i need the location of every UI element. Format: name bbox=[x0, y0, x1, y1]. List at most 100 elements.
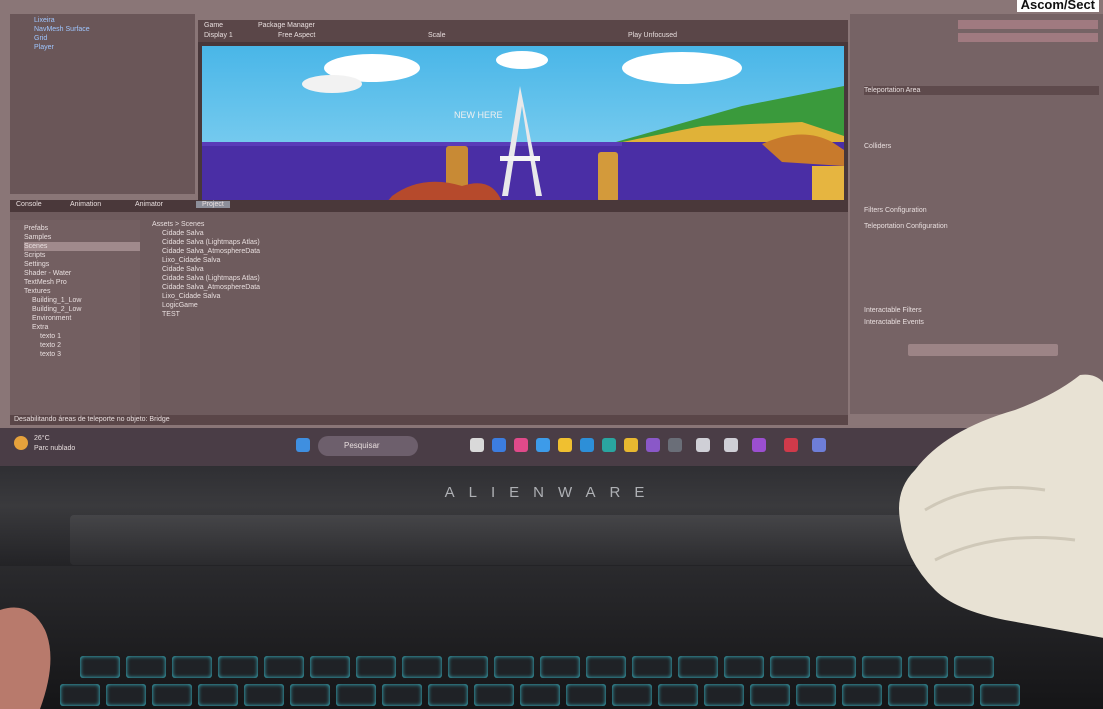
keyboard-key[interactable] bbox=[218, 656, 258, 678]
edge-icon[interactable] bbox=[602, 438, 616, 452]
keyboard-key[interactable] bbox=[724, 656, 764, 678]
component-section[interactable]: Filters Configuration bbox=[864, 206, 927, 215]
keyboard-key[interactable] bbox=[612, 684, 652, 706]
component-section[interactable]: Interactable Filters bbox=[864, 306, 922, 315]
asset-item[interactable]: LogicGame bbox=[162, 301, 838, 310]
keyboard-key[interactable] bbox=[816, 656, 856, 678]
chrome-icon[interactable] bbox=[624, 438, 638, 452]
app-icon[interactable] bbox=[514, 438, 528, 452]
task-view-icon[interactable] bbox=[470, 438, 484, 452]
keyboard-key[interactable] bbox=[198, 684, 238, 706]
folder-item[interactable]: Scripts bbox=[24, 251, 140, 260]
taskbar-search[interactable]: Pesquisar bbox=[318, 436, 418, 456]
keyboard-key[interactable] bbox=[632, 656, 672, 678]
keyboard-key[interactable] bbox=[586, 656, 626, 678]
keyboard-key[interactable] bbox=[842, 684, 882, 706]
hierarchy-item[interactable]: Lixeira bbox=[34, 16, 195, 25]
scale-slider[interactable]: Scale bbox=[428, 32, 446, 39]
folder-item[interactable]: Extra bbox=[24, 323, 140, 332]
asset-item[interactable]: Cidade Salva bbox=[162, 265, 838, 274]
folder-item[interactable]: Scenes bbox=[24, 242, 140, 251]
component-header[interactable]: Teleportation Area bbox=[864, 86, 1099, 95]
keyboard-key[interactable] bbox=[448, 656, 488, 678]
folder-item[interactable]: Environment bbox=[24, 314, 140, 323]
tab-animation[interactable]: Animation bbox=[70, 201, 101, 208]
asset-item[interactable]: Cidade Salva_AtmosphereData bbox=[162, 247, 838, 256]
keyboard-key[interactable] bbox=[310, 656, 350, 678]
app-icon[interactable] bbox=[580, 438, 594, 452]
keyboard-key[interactable] bbox=[106, 684, 146, 706]
keyboard-key[interactable] bbox=[356, 656, 396, 678]
file-explorer-icon[interactable] bbox=[558, 438, 572, 452]
add-component-button[interactable] bbox=[908, 344, 1058, 356]
folder-item[interactable]: Shader - Water bbox=[24, 269, 140, 278]
app-icon[interactable] bbox=[668, 438, 682, 452]
component-section[interactable]: Teleportation Configuration bbox=[864, 222, 948, 231]
keyboard-key[interactable] bbox=[704, 684, 744, 706]
keyboard-key[interactable] bbox=[980, 684, 1020, 706]
folder-item[interactable]: Textures bbox=[24, 287, 140, 296]
hierarchy-item[interactable]: NavMesh Surface bbox=[34, 25, 195, 34]
app-icon[interactable] bbox=[492, 438, 506, 452]
folder-item[interactable]: Settings bbox=[24, 260, 140, 269]
folder-item[interactable]: texto 2 bbox=[24, 341, 140, 350]
folder-item[interactable]: Building_2_Low bbox=[24, 305, 140, 314]
keyboard-key[interactable] bbox=[402, 656, 442, 678]
tab-project[interactable]: Project bbox=[196, 201, 230, 208]
folder-item[interactable]: Samples bbox=[24, 233, 140, 242]
app-icon[interactable] bbox=[784, 438, 798, 452]
folder-item[interactable]: texto 1 bbox=[24, 332, 140, 341]
keyboard-key[interactable] bbox=[796, 684, 836, 706]
keyboard-key[interactable] bbox=[888, 684, 928, 706]
asset-item[interactable]: Cidade Salva (Lightmaps Atlas) bbox=[162, 238, 838, 247]
keyboard-key[interactable] bbox=[750, 684, 790, 706]
keyboard-key[interactable] bbox=[770, 656, 810, 678]
keyboard-key[interactable] bbox=[678, 656, 718, 678]
inspector-field[interactable] bbox=[958, 33, 1098, 42]
breadcrumb[interactable]: Assets > Scenes bbox=[148, 220, 838, 229]
keyboard-key[interactable] bbox=[908, 656, 948, 678]
hierarchy-item[interactable]: Player bbox=[34, 43, 195, 52]
keyboard-key[interactable] bbox=[494, 656, 534, 678]
aspect-select[interactable]: Free Aspect bbox=[278, 32, 315, 39]
tab-console[interactable]: Console bbox=[16, 201, 42, 208]
tab-package-manager[interactable]: Package Manager bbox=[258, 22, 315, 29]
keyboard-key[interactable] bbox=[566, 684, 606, 706]
keyboard-key[interactable] bbox=[540, 656, 580, 678]
play-mode-select[interactable]: Play Unfocused bbox=[628, 32, 677, 39]
keyboard-key[interactable] bbox=[520, 684, 560, 706]
asset-item[interactable]: Lixo_Cidade Salva bbox=[162, 256, 838, 265]
keyboard-key[interactable] bbox=[290, 684, 330, 706]
inspector-field[interactable] bbox=[958, 20, 1098, 29]
keyboard-key[interactable] bbox=[934, 684, 974, 706]
keyboard-key[interactable] bbox=[428, 684, 468, 706]
display-select[interactable]: Display 1 bbox=[204, 32, 233, 39]
keyboard-key[interactable] bbox=[60, 684, 100, 706]
keyboard-key[interactable] bbox=[954, 656, 994, 678]
app-icon[interactable] bbox=[752, 438, 766, 452]
keyboard-key[interactable] bbox=[80, 656, 120, 678]
asset-item[interactable]: Cidade Salva (Lightmaps Atlas) bbox=[162, 274, 838, 283]
folder-item[interactable]: Prefabs bbox=[24, 224, 140, 233]
component-section[interactable]: Colliders bbox=[864, 142, 891, 151]
keyboard-key[interactable] bbox=[172, 656, 212, 678]
app-icon[interactable] bbox=[812, 438, 826, 452]
keyboard-key[interactable] bbox=[126, 656, 166, 678]
folder-item[interactable]: texto 3 bbox=[24, 350, 140, 359]
asset-item[interactable]: TEST bbox=[162, 310, 838, 319]
keyboard-key[interactable] bbox=[336, 684, 376, 706]
unity-icon[interactable] bbox=[696, 438, 710, 452]
folder-item[interactable]: Building_1_Low bbox=[24, 296, 140, 305]
keyboard-key[interactable] bbox=[244, 684, 284, 706]
asset-item[interactable]: Lixo_Cidade Salva bbox=[162, 292, 838, 301]
tab-game[interactable]: Game bbox=[204, 22, 223, 29]
keyboard-key[interactable] bbox=[264, 656, 304, 678]
keyboard-key[interactable] bbox=[474, 684, 514, 706]
component-section[interactable]: Interactable Events bbox=[864, 318, 924, 327]
folder-item[interactable]: TextMesh Pro bbox=[24, 278, 140, 287]
keyboard-key[interactable] bbox=[152, 684, 192, 706]
start-icon[interactable] bbox=[296, 438, 310, 452]
asset-item[interactable]: Cidade Salva_AtmosphereData bbox=[162, 283, 838, 292]
asset-item[interactable]: Cidade Salva bbox=[162, 229, 838, 238]
app-icon[interactable] bbox=[536, 438, 550, 452]
